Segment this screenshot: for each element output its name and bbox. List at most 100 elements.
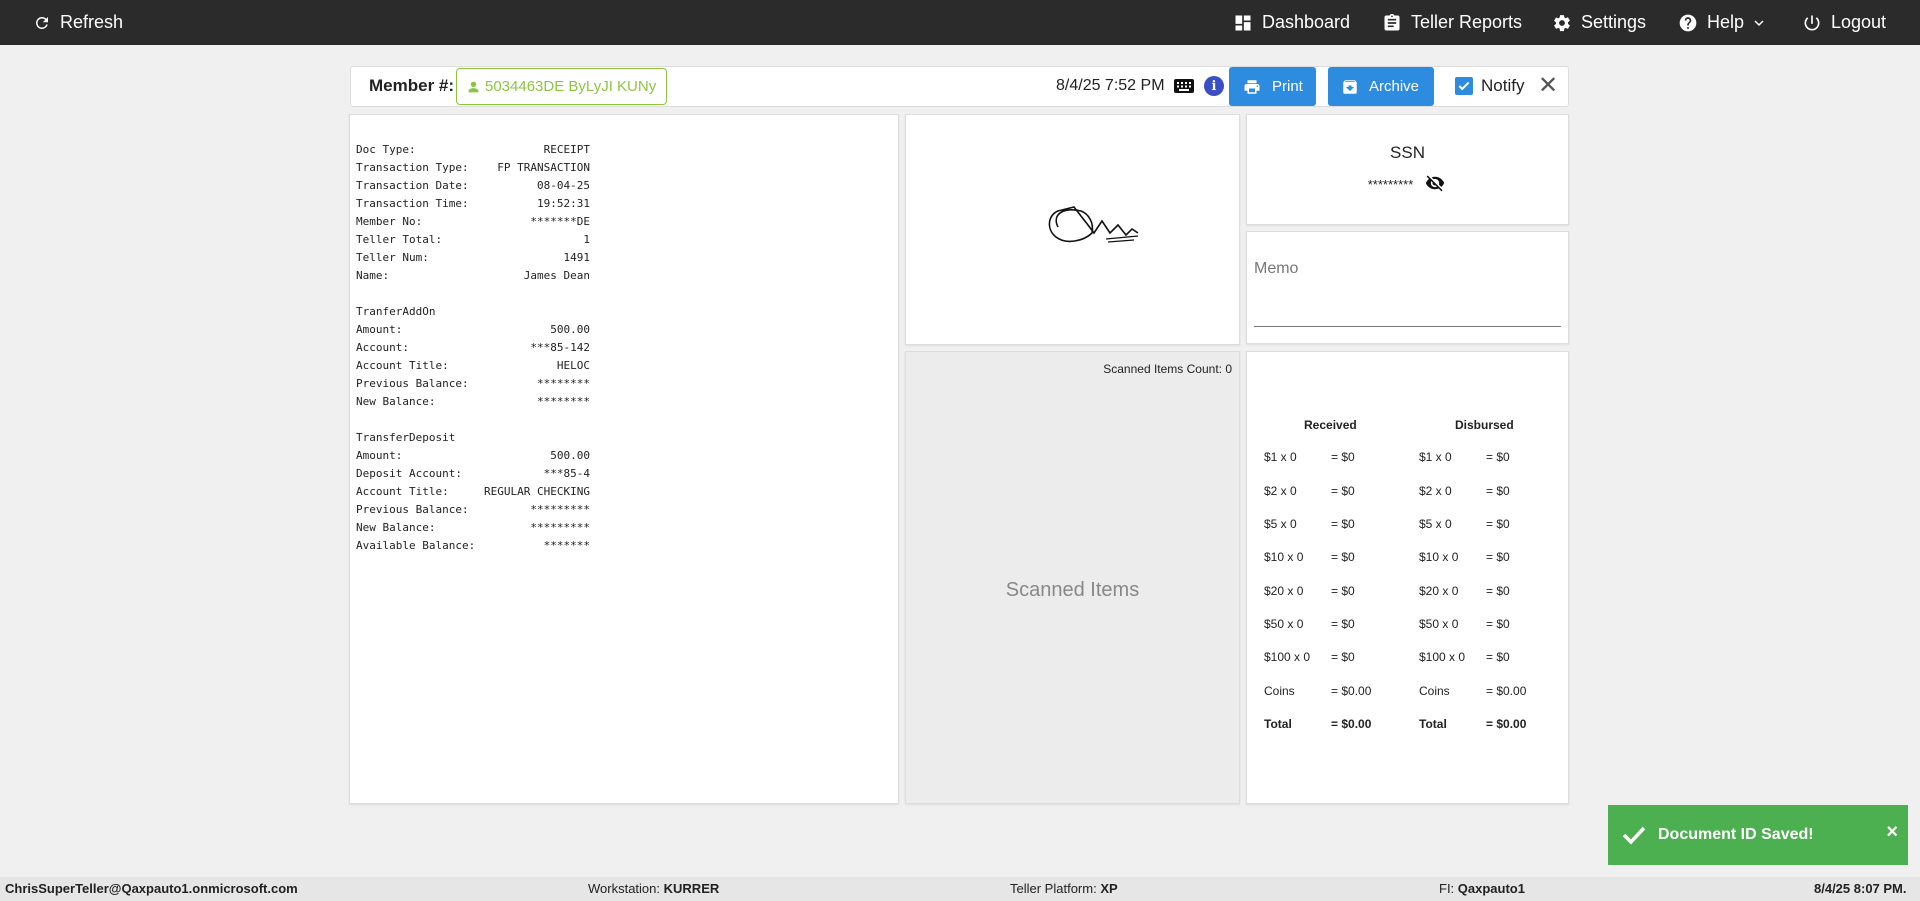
receipt-line-value: HELOC [556,359,590,372]
receipt-line-value: ********* [530,503,590,516]
disbursed-row: $50 x 0 = $0 [1419,617,1569,637]
received-row: Coins = $0.00 [1264,684,1414,704]
receipt-line: Doc Type: RECEIPT [356,141,590,159]
received-denomination: $20 x 0 [1264,584,1304,598]
footer-workstation: Workstation: KURRER [588,881,719,896]
received-denomination: $1 x 0 [1264,450,1297,464]
receipt-line-value: 19:52:31 [537,197,590,210]
receipt-line: Deposit Account: ***85-4 [356,465,590,483]
receipt-line-label: Teller Num: [356,251,429,264]
receipt-line-label: Teller Total: [356,233,443,246]
receipt-line: TransferDeposit [356,429,590,447]
receipt-line: Teller Num: 1491 [356,249,590,267]
receipt-line: Previous Balance: ******** [356,375,590,393]
printer-icon [1244,79,1260,94]
refresh-button[interactable]: Refresh [33,0,123,45]
ssn-panel: SSN ********* [1246,114,1569,225]
disbursed-amount: = $0 [1486,450,1510,464]
receipt-line-value: 500.00 [550,323,590,336]
keyboard-icon[interactable] [1174,79,1194,98]
receipt-line-label: TranferAddOn [356,305,436,318]
print-button[interactable]: Print [1229,67,1316,106]
receipt-line-label: Available Balance: [356,539,476,552]
memo-panel[interactable]: Memo [1246,231,1569,344]
received-row: $2 x 0 = $0 [1264,484,1414,504]
receipt-line-label: Doc Type: [356,143,416,156]
signature-panel [905,114,1240,345]
receipt-line: TranferAddOn [356,303,590,321]
cash-panel: Received $1 x 0 = $0 $2 x 0 = $0 $5 x 0 = $0 $… [1246,351,1569,804]
receipt-line-label: Transaction Type: [356,161,469,174]
toast-close-icon[interactable]: × [1886,821,1898,844]
power-icon [1804,15,1820,31]
help-label: Help [1707,12,1745,32]
receipt-line-label: Deposit Account: [356,467,462,480]
receipt-line-label: Previous Balance: [356,503,469,516]
received-denomination: Coins [1264,684,1295,698]
receipt-line-label: Account Title: [356,359,449,372]
received-row: $50 x 0 = $0 [1264,617,1414,637]
disbursed-amount: = $0 [1486,550,1510,564]
settings-label: Settings [1581,12,1647,32]
received-amount: = $0 [1331,584,1355,598]
clipboard-icon [1384,13,1400,31]
receipt-line-value: ******* [543,539,590,552]
notify-label: Notify [1481,76,1525,95]
receipt-line-label: New Balance: [356,521,436,534]
receipt-line-value: ***85-142 [530,341,590,354]
notify-checkbox[interactable]: Notify [1455,76,1524,96]
logout-button[interactable]: Logout [1802,0,1886,45]
received-row: $5 x 0 = $0 [1264,517,1414,537]
receipt-line-value: ********* [530,521,590,534]
memo-input[interactable] [1254,326,1561,327]
disbursed-denomination: Coins [1419,684,1450,698]
disbursed-amount: = $0 [1486,484,1510,498]
workstation-value: KURRER [663,881,720,896]
transaction-datetime: 8/4/25 7:52 PM [1056,77,1165,94]
receipt-line-value: ***85-4 [543,467,590,480]
receipt-line-value: 500.00 [550,449,590,462]
received-amount: = $0 [1331,650,1355,664]
received-row: Total = $0.00 [1264,717,1414,737]
disbursed-row: $1 x 0 = $0 [1419,450,1569,470]
receipt-line-value: RECEIPT [543,143,590,156]
settings-button[interactable]: Settings [1552,0,1646,45]
logout-label: Logout [1831,12,1887,32]
footer-datetime: 8/4/25 8:07 PM. [1814,881,1907,896]
print-label: Print [1272,78,1303,95]
receipt-line-label: Transaction Time: [356,197,469,210]
receipt-line [356,285,590,303]
teller-reports-button[interactable]: Teller Reports [1382,0,1522,45]
received-row: $100 x 0 = $0 [1264,650,1414,670]
gear-icon [1554,14,1570,31]
received-row: $20 x 0 = $0 [1264,584,1414,604]
eye-off-icon[interactable] [1423,173,1447,196]
receipt-line-label: Member No: [356,215,423,228]
footer-platform: Teller Platform: XP [1010,881,1118,896]
received-amount: = $0 [1331,617,1355,631]
receipt-text: Doc Type: RECEIPT Transaction Type: FP TRAN… [356,141,898,555]
refresh-icon [35,16,48,29]
received-amount: = $0.00 [1331,717,1372,731]
member-number-field[interactable]: 5034463DE ByLyJI KUNy [456,68,667,105]
fi-value: Qaxpauto1 [1457,881,1525,896]
disbursed-row: $20 x 0 = $0 [1419,584,1569,604]
disbursed-title: Disbursed [1455,418,1514,432]
archive-button[interactable]: Archive [1328,67,1434,106]
scanned-items-panel[interactable]: Scanned Items Count: 0 Scanned Items [905,351,1240,804]
memo-label: Memo [1254,260,1299,277]
disbursed-row: Coins = $0.00 [1419,684,1569,704]
receipt-line-value: ******** [537,395,590,408]
ssn-title: SSN [1390,143,1425,162]
ssn-value: ********* [1367,177,1414,192]
dashboard-button[interactable]: Dashboard [1233,0,1350,45]
info-icon[interactable]: i [1204,76,1224,96]
user-icon [468,81,479,92]
disbursed-amount: = $0 [1486,617,1510,631]
close-icon[interactable]: ✕ [1538,74,1558,98]
disbursed-denomination: $20 x 0 [1419,584,1459,598]
receipt-line: Transaction Date: 08-04-25 [356,177,590,195]
platform-value: XP [1100,881,1118,896]
disbursed-amount: = $0 [1486,650,1510,664]
help-button[interactable]: Help [1678,0,1765,45]
